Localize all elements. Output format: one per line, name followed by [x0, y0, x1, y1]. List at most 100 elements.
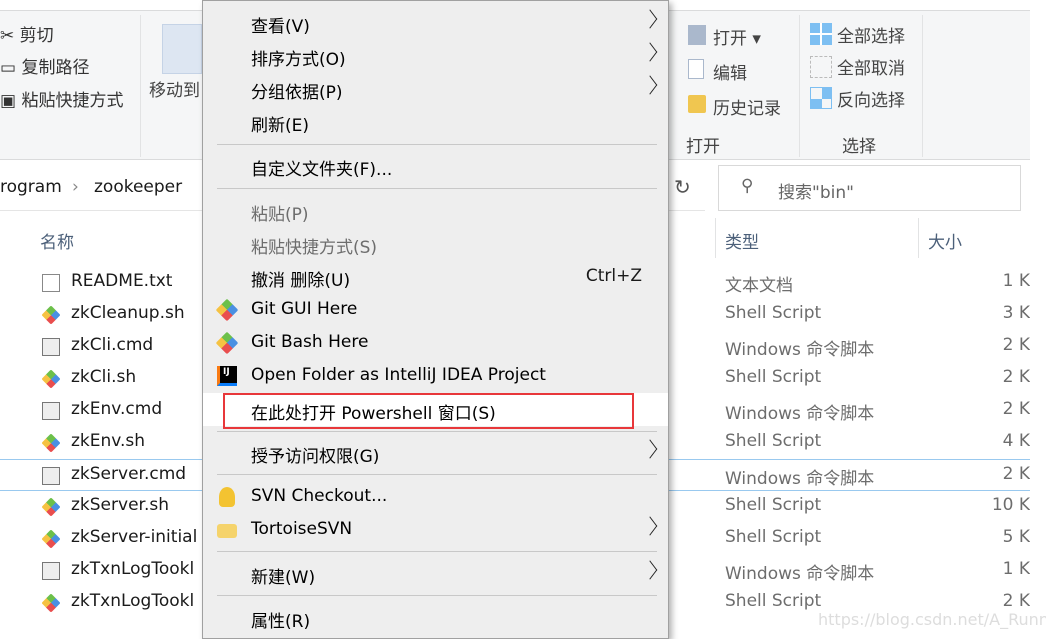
context-menu: 查看(V) 排序方式(O) 分组依据(P) 刷新(E) 自定义文件夹(F)... 粘贴(P… — [202, 0, 669, 639]
submenu-chevron-icon — [642, 75, 658, 95]
file-type: Shell Script — [725, 591, 822, 611]
file-type: Windows 命令脚本 — [725, 340, 875, 360]
copy-path-button[interactable]: ▭ 复制路径 — [0, 53, 89, 78]
move-to-button[interactable]: 移动到 — [149, 76, 200, 101]
shell-file-icon — [41, 369, 61, 389]
menu-item[interactable]: 属性(R) — [203, 601, 668, 634]
copy-path-label: 复制路径 — [21, 58, 90, 78]
menu-item[interactable]: SVN Checkout... — [203, 480, 668, 513]
file-name: zkCli.sh — [71, 367, 137, 387]
file-name: zkEnv.cmd — [71, 399, 163, 419]
shell-file-icon — [41, 529, 61, 549]
file-name: zkServer-initial — [71, 527, 198, 547]
edit-icon — [688, 59, 704, 79]
cut-button[interactable]: ✂ 剪切 — [0, 21, 54, 46]
column-header-type[interactable]: 类型 — [725, 228, 759, 253]
menu-item-label: SVN Checkout... — [251, 486, 388, 506]
breadcrumb-chevron-icon: › — [72, 177, 79, 197]
search-icon: ⚲ — [741, 176, 754, 196]
file-size: 2 K — [1002, 591, 1030, 611]
menu-item[interactable]: 粘贴(P) — [203, 194, 668, 227]
file-name: zkServer.sh — [71, 495, 169, 515]
menu-item-label: 新建(W) — [251, 568, 316, 588]
cmd-file-icon — [42, 562, 60, 580]
search-placeholder: 搜索"bin" — [778, 183, 854, 203]
menu-item[interactable]: Git GUI Here — [203, 293, 668, 326]
file-type: Windows 命令脚本 — [725, 564, 875, 584]
file-type: Shell Script — [725, 303, 822, 323]
file-size: 1 K — [1002, 271, 1030, 291]
history-icon — [688, 95, 706, 113]
file-size: 10 K — [991, 495, 1030, 515]
edit-button[interactable]: 编辑 — [713, 59, 747, 84]
menu-item-label: Git Bash Here — [251, 332, 369, 352]
open-button[interactable]: 打开 ▾ — [713, 24, 761, 49]
breadcrumb-program[interactable]: rogram — [0, 177, 62, 197]
submenu-chevron-icon — [642, 560, 658, 580]
refresh-icon[interactable]: ↻ — [674, 175, 691, 199]
breadcrumb-zookeeper[interactable]: zookeeper — [94, 177, 182, 197]
menu-item-label: 撤消 删除(U) — [251, 271, 351, 291]
menu-item[interactable]: 排序方式(O) — [203, 39, 668, 72]
history-button[interactable]: 历史记录 — [713, 94, 781, 119]
menu-item[interactable]: 粘贴快捷方式(S) — [203, 227, 668, 260]
file-name: zkCli.cmd — [71, 335, 154, 355]
menu-item-label: 查看(V) — [251, 17, 310, 37]
file-size: 2 K — [1002, 367, 1030, 387]
select-group-label: 选择 — [842, 137, 876, 157]
menu-item-label: 属性(R) — [251, 612, 311, 632]
file-name: zkServer.cmd — [71, 464, 187, 484]
menu-item[interactable]: 刷新(E) — [203, 105, 668, 138]
menu-item[interactable]: 新建(W) — [203, 557, 668, 590]
file-name: zkCleanup.sh — [71, 303, 185, 323]
file-type: Shell Script — [725, 431, 822, 451]
menu-item[interactable]: Git Bash Here — [203, 326, 668, 359]
cmd-file-icon — [42, 402, 60, 420]
file-name: zkEnv.sh — [71, 431, 146, 451]
menu-item[interactable]: TortoiseSVN — [203, 513, 668, 546]
tortoisesvn-icon — [217, 524, 237, 538]
invert-selection-button[interactable]: 反向选择 — [837, 86, 905, 111]
menu-item-label: 粘贴快捷方式(S) — [251, 238, 378, 258]
file-type: Windows 命令脚本 — [725, 404, 875, 424]
file-size: 2 K — [1002, 335, 1030, 355]
intellij-icon: IJ — [217, 366, 237, 386]
select-none-icon — [810, 56, 832, 78]
menu-separator — [217, 595, 657, 596]
file-size: 4 K — [1002, 431, 1030, 451]
menu-item-shortcut: Ctrl+Z — [585, 266, 642, 286]
menu-item-label: Open Folder as IntelliJ IDEA Project — [251, 365, 546, 385]
file-size: 2 K — [1002, 464, 1030, 484]
menu-item-label: 排序方式(O) — [251, 50, 346, 70]
select-all-button[interactable]: 全部选择 — [837, 22, 905, 47]
submenu-chevron-icon — [642, 9, 658, 29]
submenu-chevron-icon — [642, 439, 658, 459]
file-type: 文本文档 — [725, 276, 793, 296]
search-input[interactable]: ⚲ 搜索"bin" — [718, 165, 1021, 211]
menu-separator — [217, 551, 657, 552]
move-to-icon — [162, 24, 202, 74]
menu-item[interactable]: 查看(V) — [203, 6, 668, 39]
menu-item[interactable]: 授予访问权限(G) — [203, 436, 668, 469]
file-size: 3 K — [1002, 303, 1030, 323]
menu-separator — [217, 474, 657, 475]
menu-item[interactable]: 撤消 删除(U) Ctrl+Z — [203, 260, 668, 293]
column-header-size[interactable]: 大小 — [928, 228, 962, 253]
open-label: 打开 — [713, 29, 747, 49]
menu-item[interactable]: 自定义文件夹(F)... — [203, 149, 668, 182]
submenu-chevron-icon — [642, 516, 658, 536]
menu-item-label: 刷新(E) — [251, 116, 310, 136]
menu-item-label: 分组依据(P) — [251, 83, 343, 103]
menu-item[interactable]: 分组依据(P) — [203, 72, 668, 105]
menu-item[interactable]: IJ Open Folder as IntelliJ IDEA Project — [203, 359, 668, 392]
menu-item-label: 粘贴(P) — [251, 205, 309, 225]
select-none-button[interactable]: 全部取消 — [837, 54, 905, 79]
paste-shortcut-label: 粘贴快捷方式 — [21, 91, 124, 111]
shell-file-icon — [41, 497, 61, 517]
menu-item-label: Git GUI Here — [251, 299, 358, 319]
column-header-name[interactable]: 名称 — [40, 228, 74, 253]
file-type: Shell Script — [725, 527, 822, 547]
cut-label: 剪切 — [19, 26, 54, 46]
text-file-icon — [42, 274, 60, 292]
paste-shortcut-button[interactable]: ▣ 粘贴快捷方式 — [0, 86, 123, 111]
